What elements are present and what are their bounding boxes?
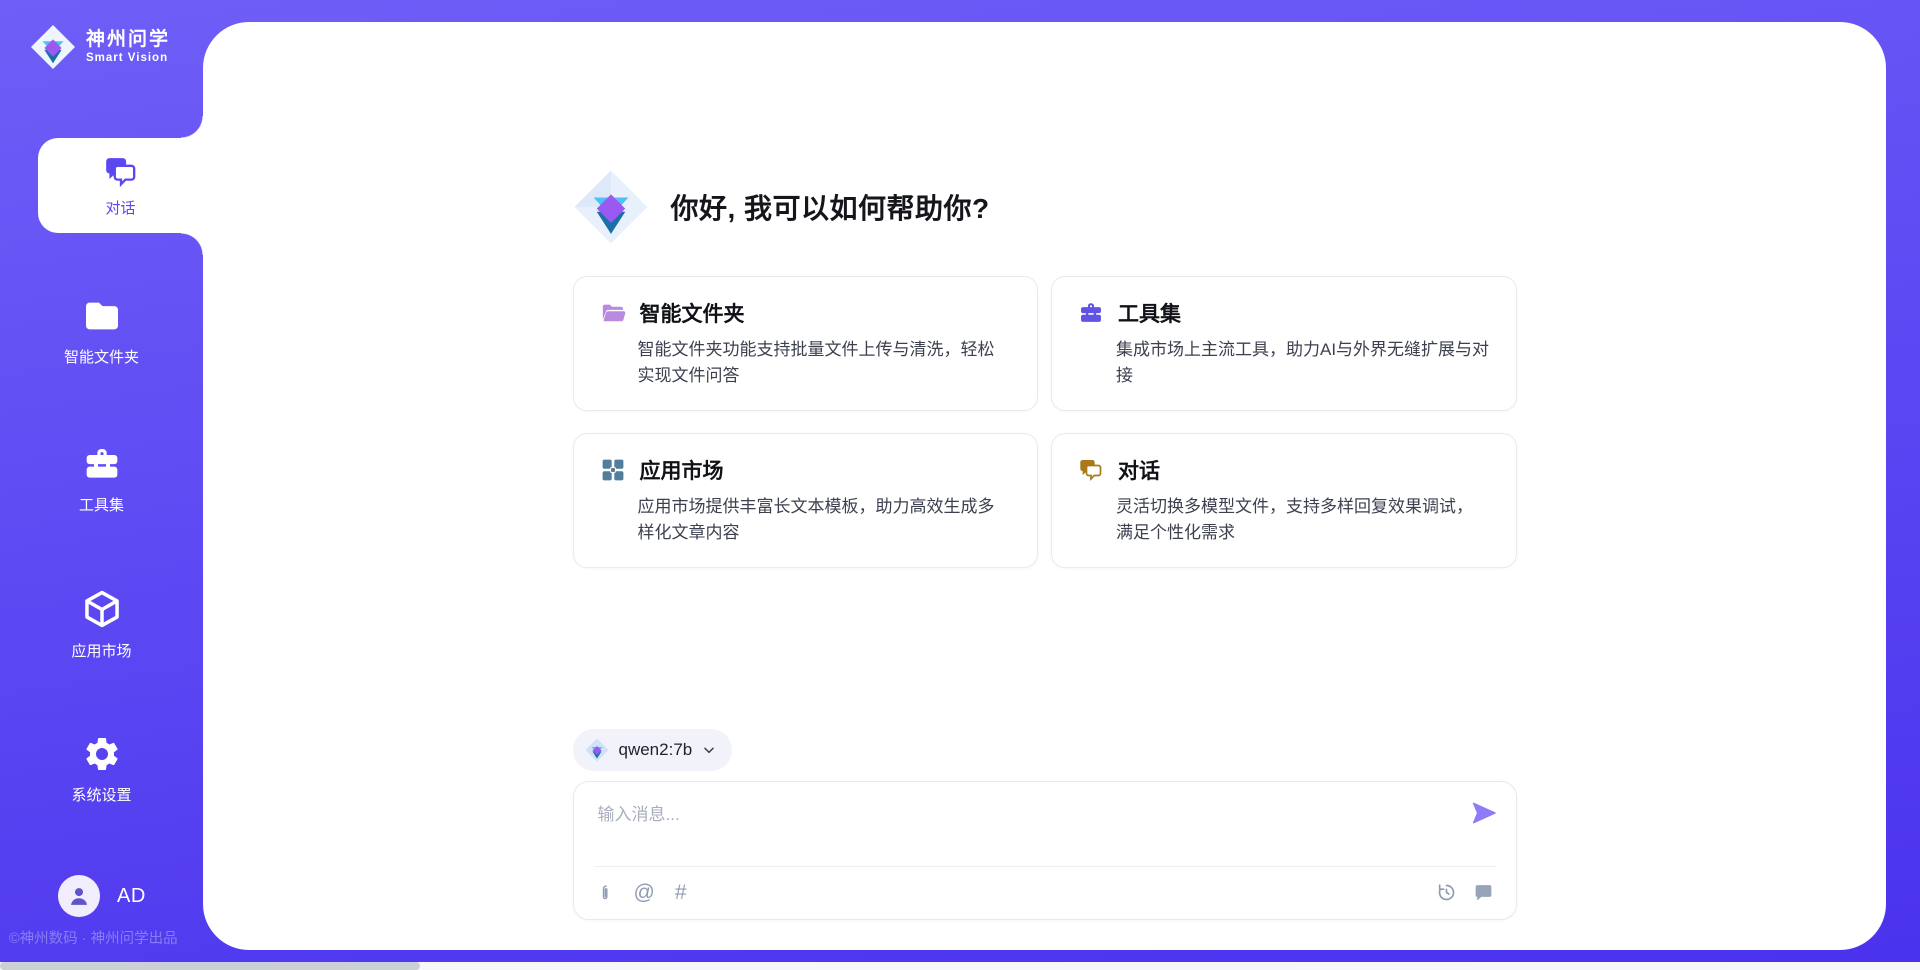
brand-name: 神州问学 — [86, 30, 170, 50]
sidebar-item-toolset[interactable]: 工具集 — [0, 444, 203, 515]
sidebar: 神州问学 Smart Vision 对话 智能文件夹 — [0, 0, 203, 970]
gem-diamond-icon — [30, 24, 76, 70]
scrollbar-thumb[interactable] — [0, 962, 420, 970]
gem-diamond-icon — [585, 738, 609, 762]
copyright-footer: ©神州数码 · 神州问学出品 — [9, 927, 178, 948]
user-initials: AD — [117, 885, 146, 908]
history-icon[interactable] — [1436, 882, 1457, 903]
main-panel: 你好, 我可以如何帮助你? 智能文件夹 智能文件夹功能支持批量文件上传与清洗，轻… — [203, 22, 1886, 950]
gem-diamond-icon — [573, 169, 649, 245]
hashtag-icon[interactable]: # — [675, 882, 687, 903]
card-smart-folders[interactable]: 智能文件夹 智能文件夹功能支持批量文件上传与清洗，轻松实现文件问答 — [573, 276, 1039, 411]
sidebar-item-settings[interactable]: 系统设置 — [0, 734, 203, 805]
avatar — [58, 875, 100, 917]
card-description: 智能文件夹功能支持批量文件上传与清洗，轻松实现文件问答 — [638, 337, 1012, 388]
chat-bubbles-icon — [103, 154, 139, 190]
card-title: 工具集 — [1118, 298, 1181, 328]
chat-bubbles-icon — [1078, 457, 1104, 483]
sidebar-item-label: 对话 — [105, 197, 135, 218]
sidebar-item-chat[interactable]: 对话 — [38, 138, 203, 233]
grid-tiles-icon — [600, 457, 626, 483]
card-app-market[interactable]: 应用市场 应用市场提供丰富长文本模板，助力高效生成多样化文章内容 — [573, 433, 1039, 568]
sidebar-item-label: 智能文件夹 — [64, 346, 139, 367]
user-profile[interactable]: AD — [58, 875, 146, 917]
model-name: qwen2:7b — [619, 740, 693, 760]
briefcase-icon — [1078, 300, 1104, 326]
card-description: 集成市场上主流工具，助力AI与外界无缝扩展与对接 — [1116, 337, 1490, 388]
sidebar-item-smart-folders[interactable]: 智能文件夹 — [0, 296, 203, 367]
card-toolset[interactable]: 工具集 集成市场上主流工具，助力AI与外界无缝扩展与对接 — [1051, 276, 1517, 411]
card-title: 对话 — [1118, 455, 1160, 485]
greeting-title: 你好, 我可以如何帮助你? — [671, 187, 990, 227]
sidebar-item-label: 系统设置 — [71, 784, 131, 805]
sidebar-item-app-market[interactable]: 应用市场 — [0, 588, 203, 661]
model-selector[interactable]: qwen2:7b — [573, 729, 733, 771]
sidebar-item-label: 应用市场 — [71, 640, 131, 661]
horizontal-scrollbar[interactable] — [0, 962, 1920, 970]
gear-icon — [82, 734, 122, 774]
message-composer: @ # — [573, 781, 1517, 920]
mention-icon[interactable]: @ — [634, 882, 655, 903]
card-description: 应用市场提供丰富长文本模板，助力高效生成多样化文章内容 — [638, 494, 1012, 545]
greeting: 你好, 我可以如何帮助你? — [573, 22, 1517, 245]
chevron-down-icon — [702, 743, 716, 757]
sidebar-item-label: 工具集 — [79, 494, 124, 515]
chat-bubble-icon[interactable] — [1473, 882, 1494, 903]
briefcase-icon — [82, 444, 122, 484]
card-chat[interactable]: 对话 灵活切换多模型文件，支持多样回复效果调试，满足个性化需求 — [1051, 433, 1517, 568]
card-title: 应用市场 — [640, 455, 724, 485]
send-button[interactable] — [1470, 798, 1500, 828]
brand: 神州问学 Smart Vision — [30, 24, 170, 70]
message-input[interactable] — [598, 800, 1448, 858]
cube-icon — [81, 588, 123, 630]
attachment-icon[interactable] — [596, 882, 614, 904]
folder-icon — [82, 296, 122, 336]
composer-toolbar: @ # — [574, 866, 1516, 919]
card-description: 灵活切换多模型文件，支持多样回复效果调试，满足个性化需求 — [1116, 494, 1490, 545]
feature-cards: 智能文件夹 智能文件夹功能支持批量文件上传与清洗，轻松实现文件问答 — [573, 276, 1517, 568]
folder-open-icon — [600, 300, 626, 326]
brand-subtitle: Smart Vision — [86, 52, 170, 64]
card-title: 智能文件夹 — [640, 298, 745, 328]
